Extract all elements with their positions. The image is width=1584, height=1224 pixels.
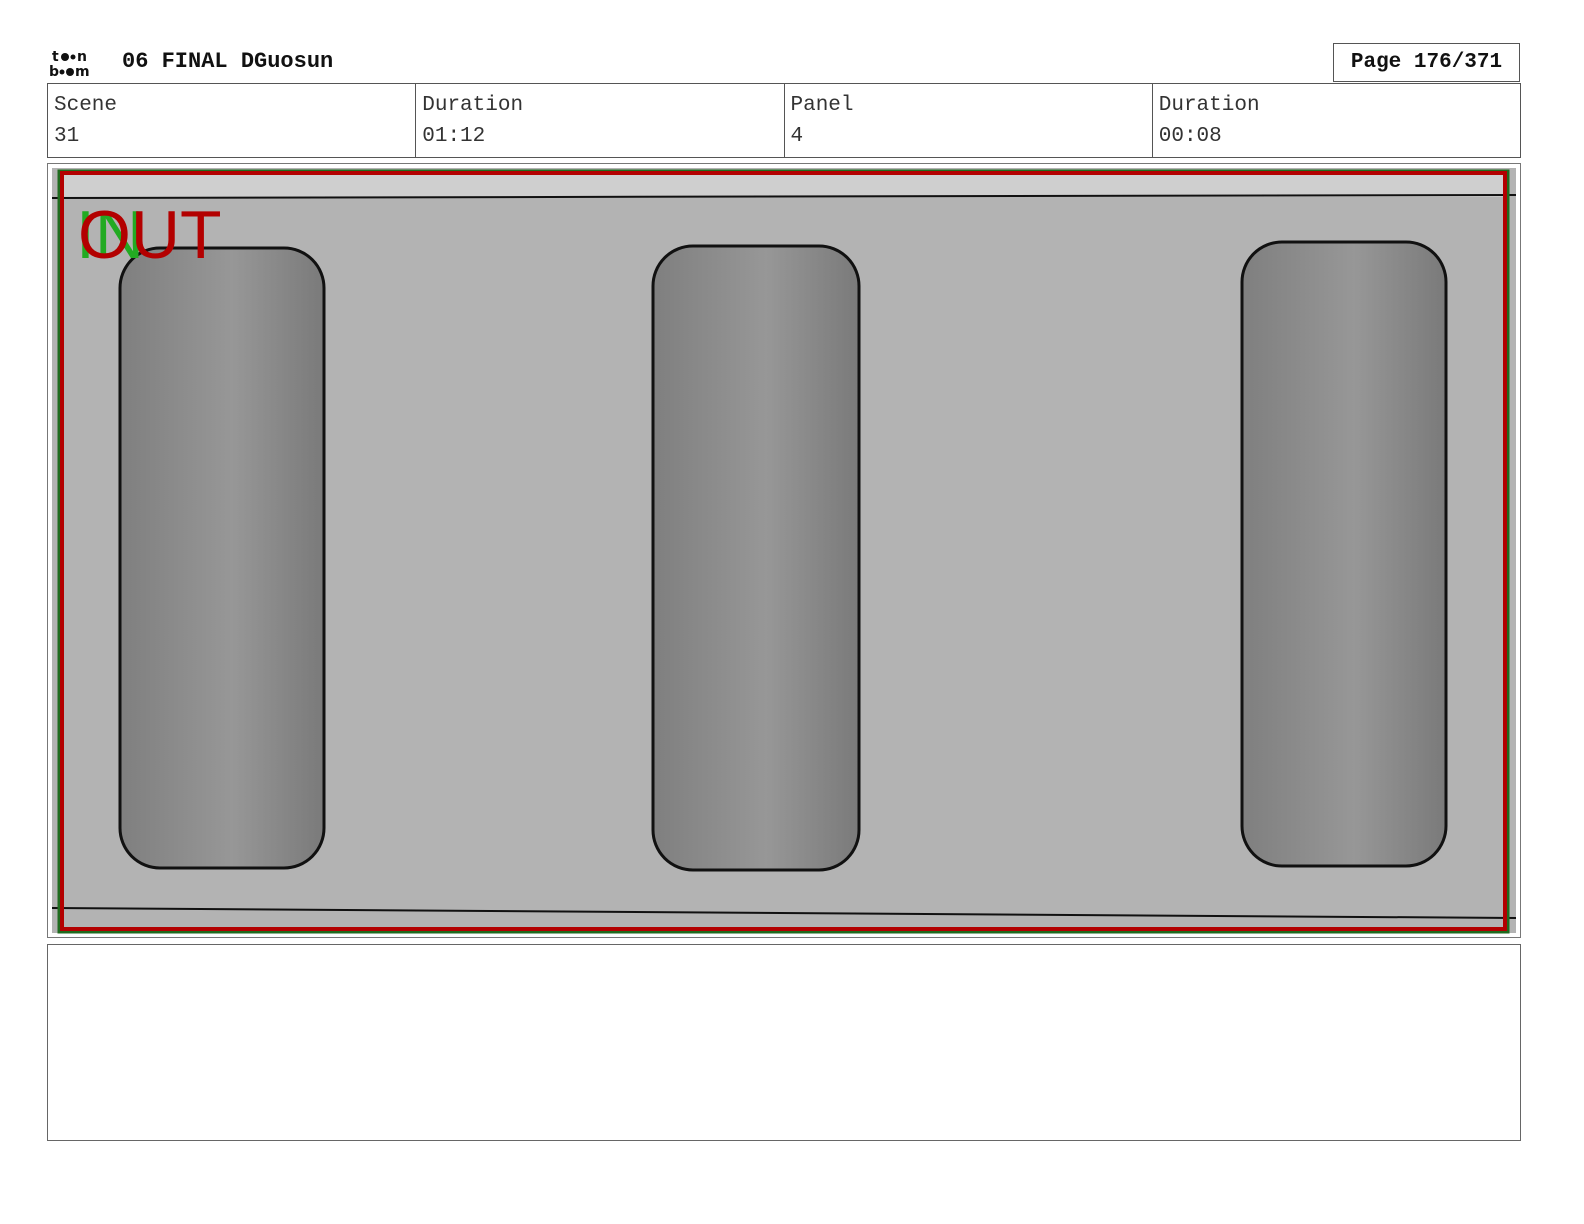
svg-text:m: m — [75, 64, 89, 78]
svg-text:b: b — [49, 64, 59, 78]
scene-duration-cell: Duration 01:12 — [416, 84, 785, 157]
panel-label: Panel — [790, 94, 854, 117]
scene-duration-label: Duration — [422, 94, 524, 117]
panel-value: 4 — [790, 125, 804, 148]
toon-boom-logo: t n b m — [48, 48, 104, 80]
top-strip — [62, 173, 1506, 197]
panel-drawing: IN OUT — [51, 168, 1517, 934]
page-number: Page 176/371 — [1333, 43, 1520, 82]
storyboard-panel-image: IN OUT — [47, 163, 1521, 938]
scene-duration-value: 01:12 — [422, 125, 486, 148]
cylinder-left — [118, 246, 326, 870]
project-title: 06 FINAL DGuosun — [122, 49, 334, 74]
notes-box — [47, 944, 1521, 1141]
scene-info-table: Scene 31 Duration 01:12 Panel 4 Duration… — [47, 83, 1521, 158]
svg-text:t: t — [52, 49, 59, 65]
out-marker: OUT — [78, 197, 222, 273]
scene-value: 31 — [54, 125, 80, 148]
svg-text:n: n — [77, 49, 86, 65]
cylinder-right — [1240, 240, 1448, 868]
scene-label: Scene — [54, 94, 118, 117]
panel-duration-cell: Duration 00:08 — [1153, 84, 1520, 157]
panel-duration-label: Duration — [1158, 94, 1260, 117]
cylinder-middle — [651, 244, 861, 872]
panel-duration-value: 00:08 — [1158, 125, 1222, 148]
scene-cell: Scene 31 — [48, 84, 417, 157]
panel-cell: Panel 4 — [785, 84, 1153, 157]
